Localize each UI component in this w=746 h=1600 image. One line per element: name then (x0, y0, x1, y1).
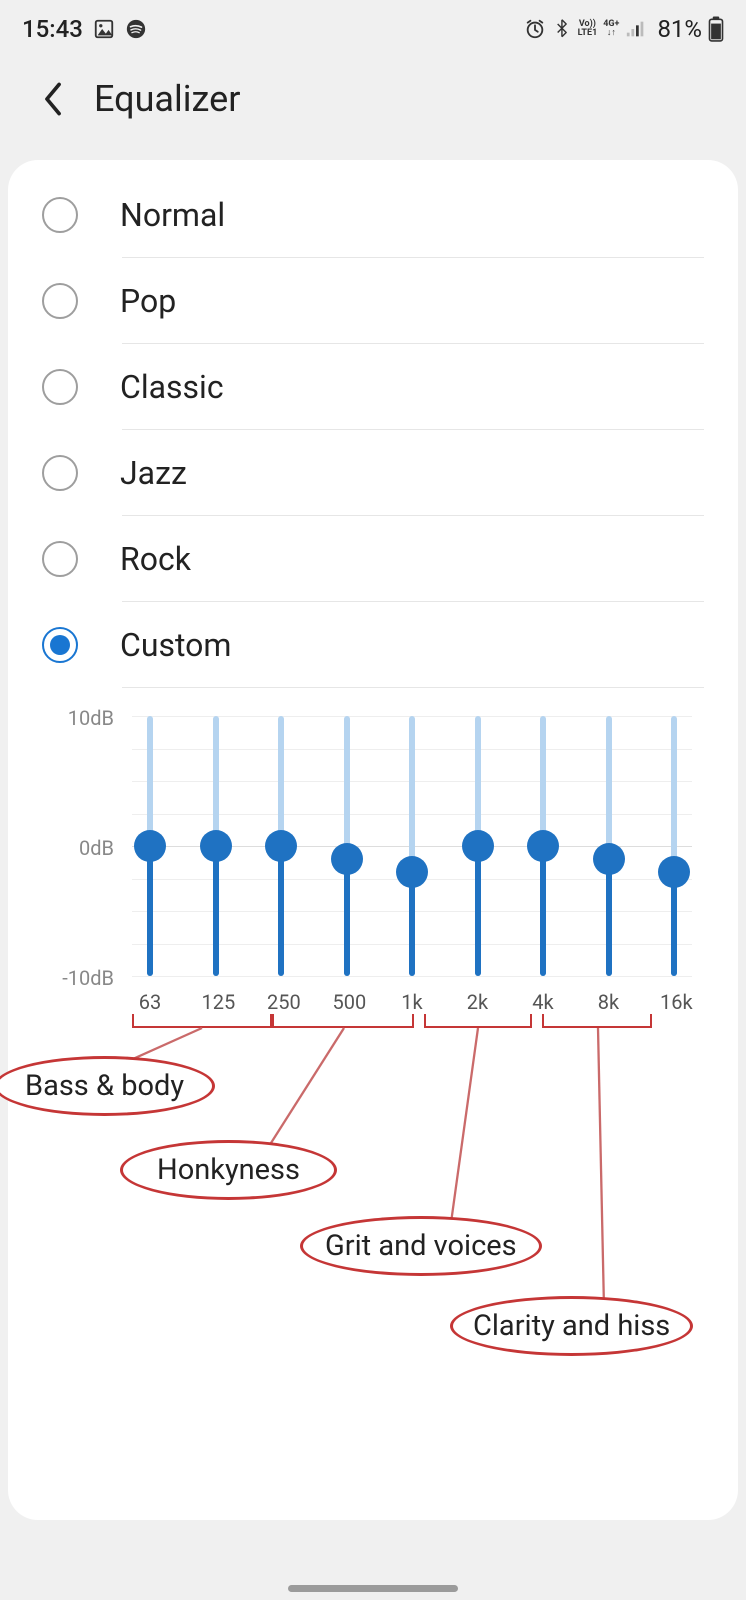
eq-freq-label: 63 (136, 990, 164, 1014)
annotation-bracket-bass (132, 1014, 272, 1028)
annotation-bracket-honk (272, 1014, 414, 1028)
status-bar: 15:43 Vo))LTE1 4G+↓↑ 81% (0, 0, 746, 54)
eq-thumb-1k[interactable] (396, 856, 428, 888)
eq-thumb-63[interactable] (134, 830, 166, 862)
battery-icon (708, 16, 724, 42)
eq-freq-label: 125 (202, 990, 230, 1014)
preset-row-normal[interactable]: Normal (8, 172, 738, 258)
preset-row-pop[interactable]: Pop (8, 258, 738, 344)
status-time: 15:43 (22, 15, 83, 43)
equalizer-graph: 10dB 0dB -10dB 631252505001k2k4k8k16k Ba… (44, 716, 702, 1014)
preset-radio-jazz[interactable] (42, 455, 78, 491)
navigation-handle[interactable] (288, 1585, 458, 1592)
page-header: Equalizer (0, 54, 746, 160)
preset-radio-custom[interactable] (42, 627, 78, 663)
network-4g-icon: 4G+↓↑ (603, 20, 619, 38)
eq-thumb-8k[interactable] (593, 843, 625, 875)
annotation-bubble-honk: Honkyness (120, 1140, 337, 1200)
eq-thumb-4k[interactable] (527, 830, 559, 862)
eq-thumb-250[interactable] (265, 830, 297, 862)
preset-label: Normal (120, 196, 225, 234)
preset-row-jazz[interactable]: Jazz (8, 430, 738, 516)
eq-thumb-500[interactable] (331, 843, 363, 875)
annotation-bracket-grit (424, 1014, 532, 1028)
eq-thumb-125[interactable] (200, 830, 232, 862)
preset-label: Jazz (120, 454, 187, 492)
page-title: Equalizer (94, 78, 240, 120)
signal-icon (625, 19, 647, 39)
eq-slider-2k[interactable] (468, 716, 488, 976)
preset-radio-pop[interactable] (42, 283, 78, 319)
settings-card: NormalPopClassicJazzRockCustom 10dB 0dB … (8, 160, 738, 1520)
spotify-icon (125, 18, 147, 40)
eq-slider-8k[interactable] (599, 716, 619, 976)
preset-radio-normal[interactable] (42, 197, 78, 233)
gallery-icon (93, 18, 115, 40)
preset-radio-rock[interactable] (42, 541, 78, 577)
eq-thumb-2k[interactable] (462, 830, 494, 862)
eq-slider-16k[interactable] (664, 716, 684, 976)
back-button[interactable] (38, 84, 68, 114)
status-battery-pct: 81% (657, 15, 702, 43)
eq-slider-1k[interactable] (402, 716, 422, 976)
annotation-bubble-grit: Grit and voices (300, 1216, 542, 1276)
eq-ylabel-top: 10dB (54, 706, 114, 730)
eq-freq-label: 16k (660, 990, 688, 1014)
eq-slider-500[interactable] (337, 716, 357, 976)
eq-ylabel-bot: -10dB (54, 966, 114, 990)
annotation-bubble-bass: Bass & body (0, 1056, 215, 1116)
preset-row-classic[interactable]: Classic (8, 344, 738, 430)
annotation-bracket-clarity (542, 1014, 652, 1028)
eq-slider-250[interactable] (271, 716, 291, 976)
eq-slider-125[interactable] (206, 716, 226, 976)
eq-slider-4k[interactable] (533, 716, 553, 976)
bluetooth-icon (552, 18, 572, 40)
eq-slider-63[interactable] (140, 716, 160, 976)
preset-radio-classic[interactable] (42, 369, 78, 405)
annotation-bubble-clarity: Clarity and hiss (450, 1296, 693, 1356)
eq-freq-label: 250 (267, 990, 295, 1014)
preset-row-custom[interactable]: Custom (8, 602, 738, 688)
alarm-icon (524, 18, 546, 40)
preset-label: Pop (120, 282, 176, 320)
eq-freq-label: 500 (333, 990, 361, 1014)
preset-row-rock[interactable]: Rock (8, 516, 738, 602)
eq-freq-label: 1k (398, 990, 426, 1014)
eq-thumb-16k[interactable] (658, 856, 690, 888)
eq-ylabel-mid: 0dB (54, 836, 114, 860)
eq-freq-label: 2k (464, 990, 492, 1014)
preset-label: Custom (120, 626, 231, 664)
preset-label: Classic (120, 368, 224, 406)
volte-icon: Vo))LTE1 (578, 20, 598, 38)
eq-freq-label: 4k (529, 990, 557, 1014)
eq-freq-label: 8k (595, 990, 623, 1014)
preset-label: Rock (120, 540, 191, 578)
